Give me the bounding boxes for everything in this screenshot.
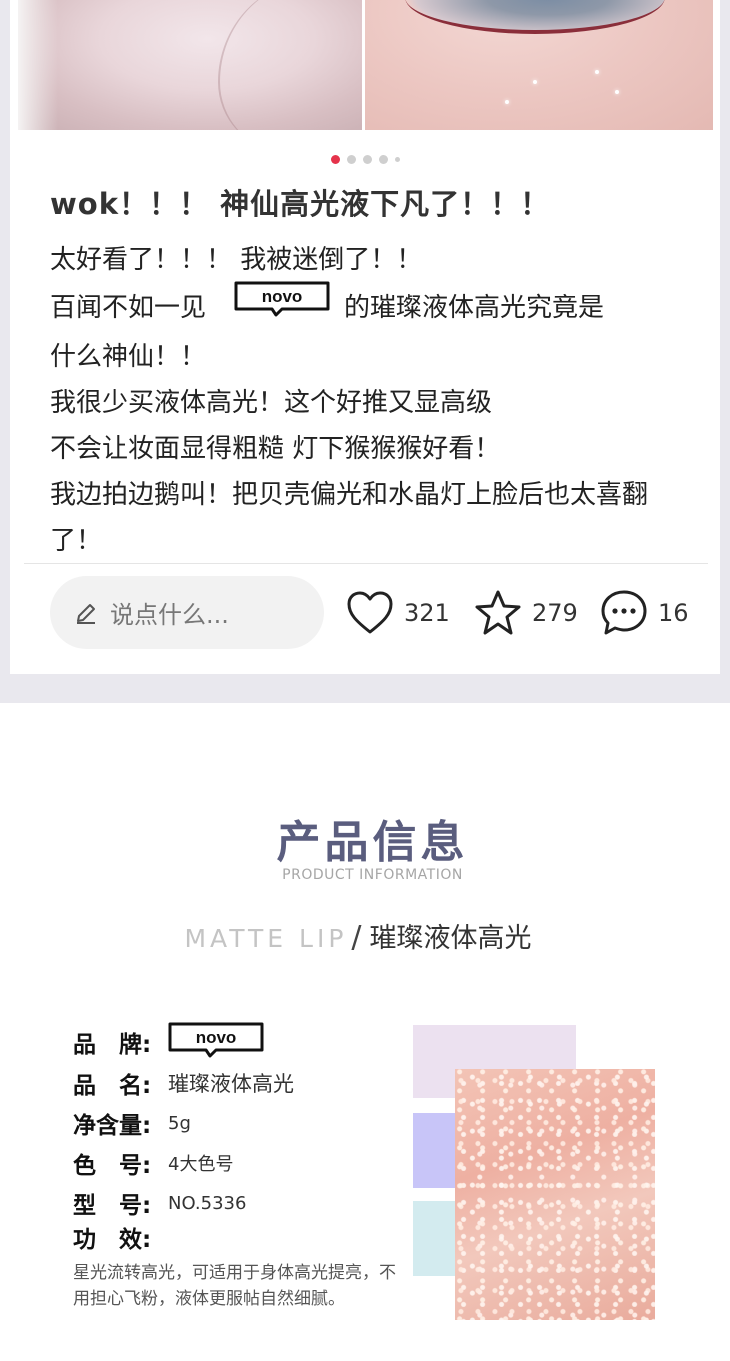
post-line: 不会让妆面显得粗糙 灯下猴猴猴好看！ [50, 434, 501, 464]
comment-count: 16 [658, 599, 689, 627]
post-body: 太好看了！！！ 我被迷倒了！！ 百闻不如一见 novo 的璀璨液体高光究竟是 什么神… [50, 237, 690, 564]
carousel-dot[interactable] [330, 155, 340, 164]
favorite-count: 279 [532, 599, 578, 627]
post-card: wok！！！ 神仙高光液下凡了！！！ 太好看了！！！ 我被迷倒了！！ 百闻不如一… [10, 0, 720, 674]
post-line-with-logo: 百闻不如一见 novo 的璀璨液体高光究竟是 [50, 281, 690, 334]
post-line: 我很少买液体高光！这个好推又显高级 [50, 388, 493, 418]
novo-logo-icon: novo [168, 1022, 264, 1062]
post-image-right[interactable] [365, 0, 713, 130]
spec-value: 璀璨液体高光 [168, 1072, 294, 1096]
carousel-dot[interactable] [394, 157, 400, 162]
spec-label: 品 名: [73, 1073, 152, 1099]
spec-row-color: 色 号: 4大色号 [73, 1146, 233, 1180]
post-line: 了！ [50, 526, 103, 556]
spec-value: 4大色号 [168, 1154, 234, 1175]
like-count: 321 [404, 599, 450, 627]
post-line: 我边拍边鹅叫！把贝壳偏光和水晶灯上脸后也太喜翻 [50, 480, 649, 510]
effect-description: 星光流转高光，可适用于身体高光提亮，不用担心飞粉，液体更服帖自然细腻。 [73, 1263, 396, 1309]
spec-row-weight: 净含量: 5g [73, 1106, 191, 1140]
spec-row-effect: 功 效: [73, 1220, 168, 1254]
pencil-icon [77, 603, 95, 624]
comment-placeholder: 说点什么... [110, 601, 229, 629]
image-sparkle [505, 100, 509, 104]
comment-bubble-icon [601, 590, 647, 635]
image-sparkle [595, 70, 599, 74]
carousel-dot[interactable] [346, 155, 356, 164]
image-sparkle [533, 80, 537, 84]
post-line-part: 的璀璨液体高光究竟是 [344, 293, 605, 323]
image-shade [18, 0, 58, 130]
section-subtitle: PRODUCT INFORMATION [282, 867, 463, 883]
product-line-cn: 璀璨液体高光 [369, 923, 532, 954]
like-button[interactable]: 321 [346, 588, 450, 638]
carousel-indicator[interactable] [10, 155, 720, 164]
star-icon [475, 590, 521, 635]
comment-button[interactable]: 16 [600, 588, 689, 638]
novo-logo-text: novo [196, 1028, 237, 1047]
image-crease [218, 0, 362, 130]
product-line-en: MATTE LIP [184, 924, 348, 953]
post-title: wok！！！ 神仙高光液下凡了！！！ [50, 187, 551, 221]
product-line-slash: / [351, 920, 362, 955]
post-line-part: 百闻不如一见 [50, 293, 207, 323]
post-line: 什么神仙！！ [50, 342, 207, 372]
image-sparkle [615, 90, 619, 94]
spec-label: 品 牌: [73, 1032, 152, 1058]
favorite-button[interactable]: 279 [474, 588, 578, 638]
novo-logo-text: novo [262, 287, 303, 306]
carousel-dot[interactable] [378, 155, 388, 164]
spec-label: 功 效: [73, 1227, 152, 1253]
spec-label: 色 号: [73, 1153, 152, 1179]
divider [24, 563, 708, 564]
spec-row-model: 型 号: NO.5336 [73, 1186, 246, 1220]
comment-input[interactable]: 说点什么... [50, 576, 324, 649]
section-title: 产品信息 [276, 817, 469, 868]
carousel-dot[interactable] [362, 155, 372, 164]
image-eye [405, 0, 665, 34]
spec-value: NO.5336 [168, 1192, 247, 1214]
spec-row-name: 品 名: 璀璨液体高光 [73, 1066, 294, 1100]
spec-label: 型 号: [73, 1193, 152, 1219]
spec-label: 净含量: [73, 1113, 152, 1139]
post-line: 太好看了！！！ 我被迷倒了！！ [50, 245, 423, 275]
heart-icon [347, 591, 393, 634]
spec-value: 5g [168, 1112, 191, 1134]
novo-logo-icon[interactable]: novo [234, 281, 330, 332]
spec-row-brand: 品 牌: novo [73, 1022, 264, 1062]
product-line: MATTE LIP / 璀璨液体高光 [0, 916, 716, 955]
post-image-left[interactable] [18, 0, 362, 130]
product-texture-image [455, 1069, 655, 1320]
